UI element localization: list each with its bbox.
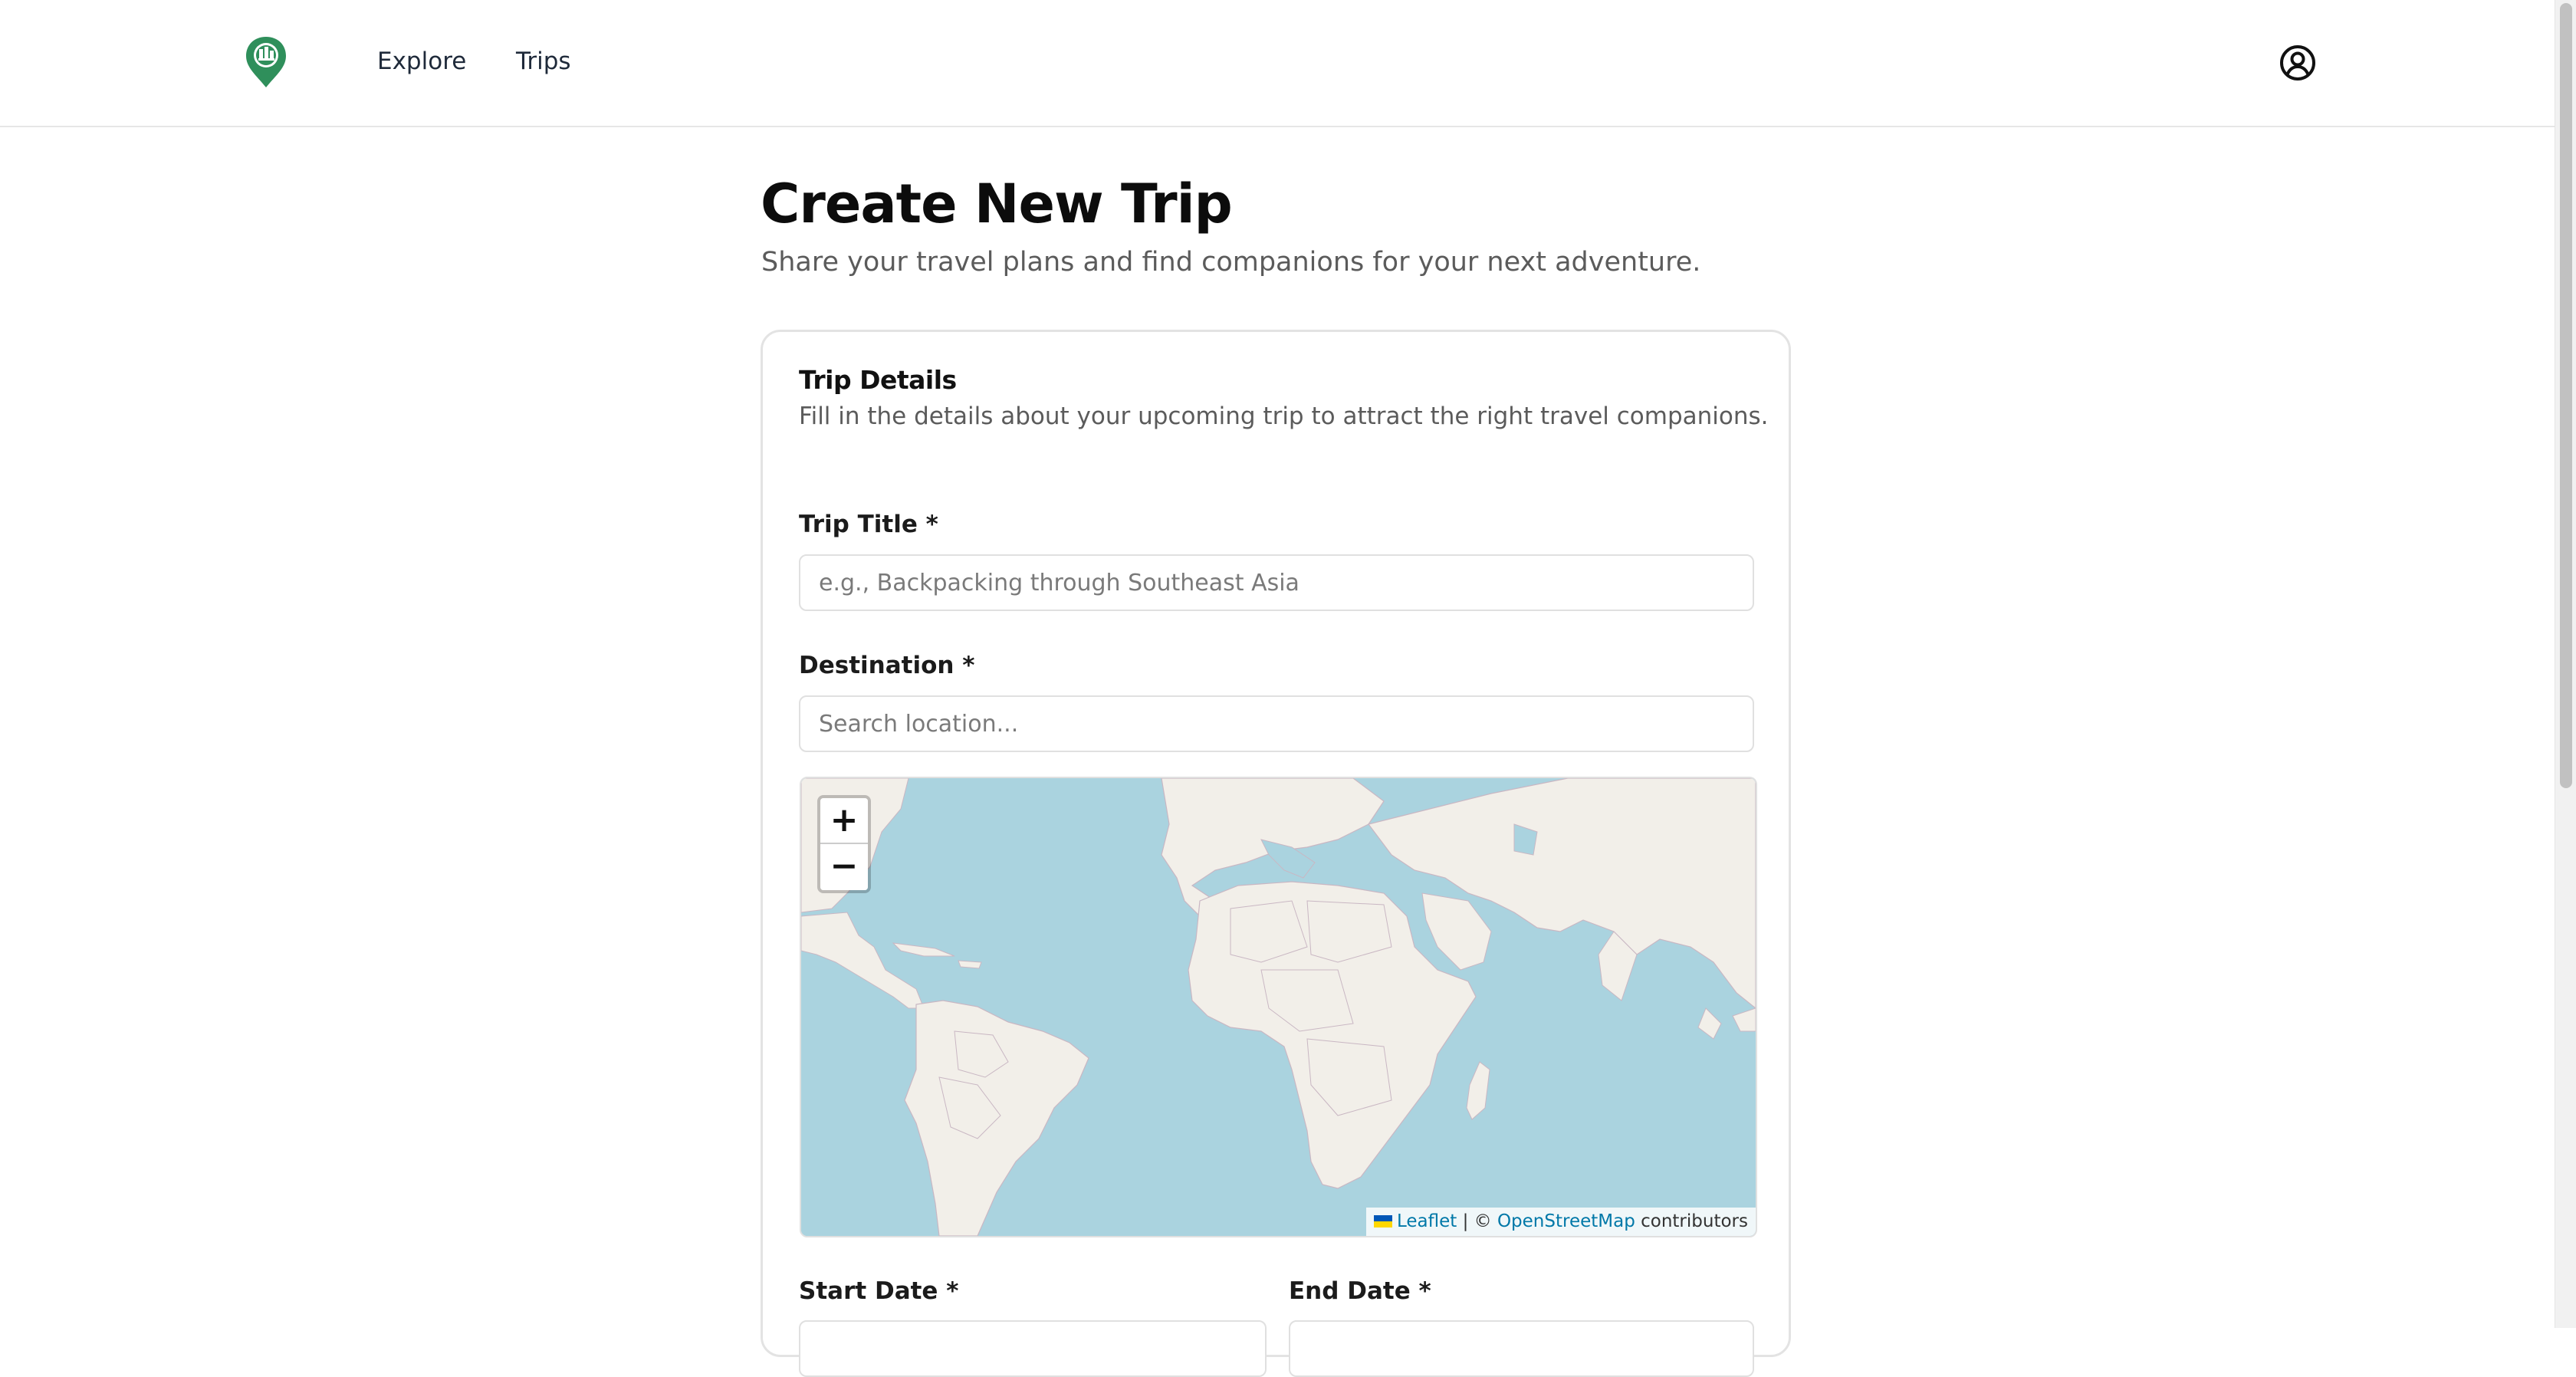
destination-label: Destination * (799, 652, 975, 679)
map-zoom-control: + − (817, 795, 871, 893)
trip-title-label: Trip Title * (799, 511, 938, 538)
zoom-out-button[interactable]: − (820, 844, 868, 890)
user-circle-icon (2280, 45, 2315, 81)
user-account-button[interactable] (2279, 44, 2317, 82)
end-date-input[interactable] (1289, 1320, 1754, 1377)
attribution-suffix: contributors (1635, 1211, 1748, 1231)
card-description: Fill in the details about your upcoming … (799, 403, 1769, 430)
attribution-separator: | © (1457, 1211, 1497, 1231)
nav-explore-link[interactable]: Explore (377, 46, 466, 77)
trip-title-input[interactable] (799, 554, 1754, 611)
nav-trips-link[interactable]: Trips (516, 46, 571, 77)
page-subtitle: Share your travel plans and find compani… (761, 247, 1701, 278)
card-title: Trip Details (799, 365, 957, 395)
app-logo-icon[interactable] (244, 35, 288, 89)
scrollbar-thumb[interactable] (2560, 3, 2572, 788)
zoom-in-button[interactable]: + (820, 798, 868, 844)
destination-map[interactable]: + − Leaflet | © OpenStreetMap contributo… (800, 777, 1757, 1237)
leaflet-link[interactable]: Leaflet (1397, 1211, 1457, 1231)
openstreetmap-link[interactable]: OpenStreetMap (1497, 1211, 1635, 1231)
map-tiles (801, 778, 1756, 1236)
start-date-label: Start Date * (799, 1277, 959, 1305)
start-date-input[interactable] (799, 1320, 1267, 1377)
destination-search-input[interactable] (799, 695, 1754, 752)
top-navbar: Explore Trips (0, 0, 2555, 127)
end-date-label: End Date * (1289, 1277, 1431, 1305)
page-scrollbar[interactable] (2555, 0, 2576, 1328)
map-attribution: Leaflet | © OpenStreetMap contributors (1365, 1208, 1756, 1236)
ukraine-flag-icon (1373, 1215, 1392, 1227)
page-title: Create New Trip (761, 173, 1233, 235)
